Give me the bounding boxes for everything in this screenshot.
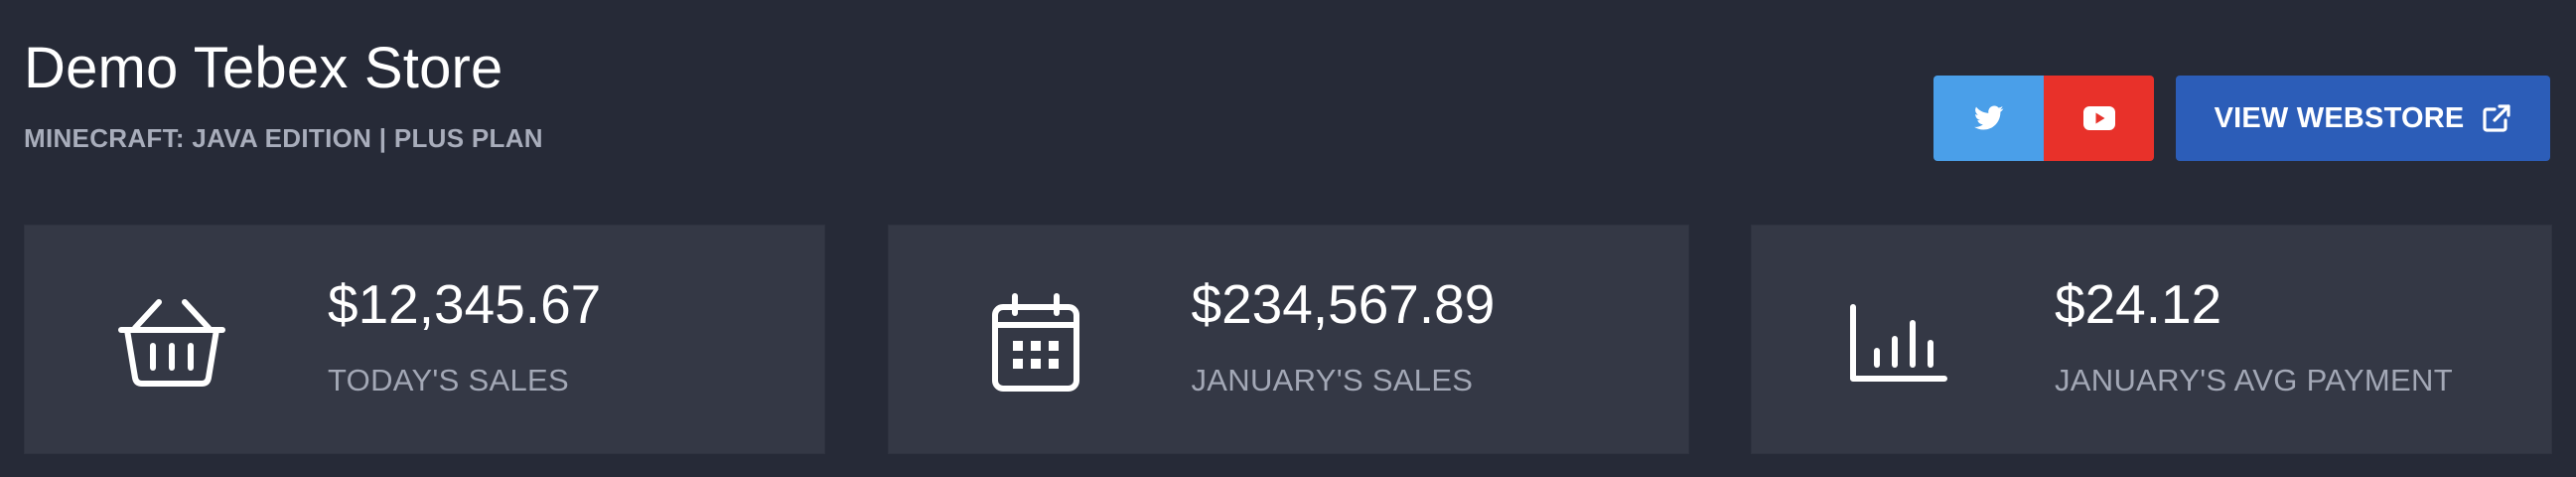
stat-card-monthly-sales: $234,567.89 JANUARY'S SALES <box>887 225 1689 454</box>
youtube-button[interactable] <box>2044 76 2154 161</box>
stat-card-avg-payment: $24.12 JANUARY'S AVG PAYMENT <box>1751 225 2552 454</box>
header-actions: VIEW WEBSTORE <box>1933 76 2550 161</box>
stat-label: JANUARY'S SALES <box>1191 363 1474 398</box>
social-buttons <box>1933 76 2154 161</box>
twitter-button[interactable] <box>1933 76 2044 161</box>
twitter-icon <box>1973 105 2004 131</box>
calendar-icon <box>976 293 1095 393</box>
stat-value: $12,345.67 <box>328 273 602 335</box>
view-webstore-button[interactable]: VIEW WEBSTORE <box>2176 76 2550 161</box>
store-title: Demo Tebex Store <box>24 36 503 100</box>
external-link-icon <box>2482 103 2511 133</box>
basket-icon <box>112 293 231 393</box>
stat-label: JANUARY'S AVG PAYMENT <box>2055 363 2453 398</box>
store-subtitle: MINECRAFT: JAVA EDITION | PLUS PLAN <box>24 123 543 153</box>
stat-value: $24.12 <box>2055 273 2222 335</box>
youtube-icon <box>2082 106 2115 130</box>
stats-cards: $12,345.67 TODAY'S SALES $234,567.89 JAN… <box>24 225 2552 454</box>
stat-card-todays-sales: $12,345.67 TODAY'S SALES <box>24 225 825 454</box>
bar-chart-icon <box>1839 293 1958 393</box>
dashboard-header: Demo Tebex Store MINECRAFT: JAVA EDITION… <box>0 0 2576 477</box>
stat-value: $234,567.89 <box>1191 273 1496 335</box>
stat-label: TODAY'S SALES <box>328 363 569 398</box>
view-webstore-label: VIEW WEBSTORE <box>2214 101 2465 134</box>
